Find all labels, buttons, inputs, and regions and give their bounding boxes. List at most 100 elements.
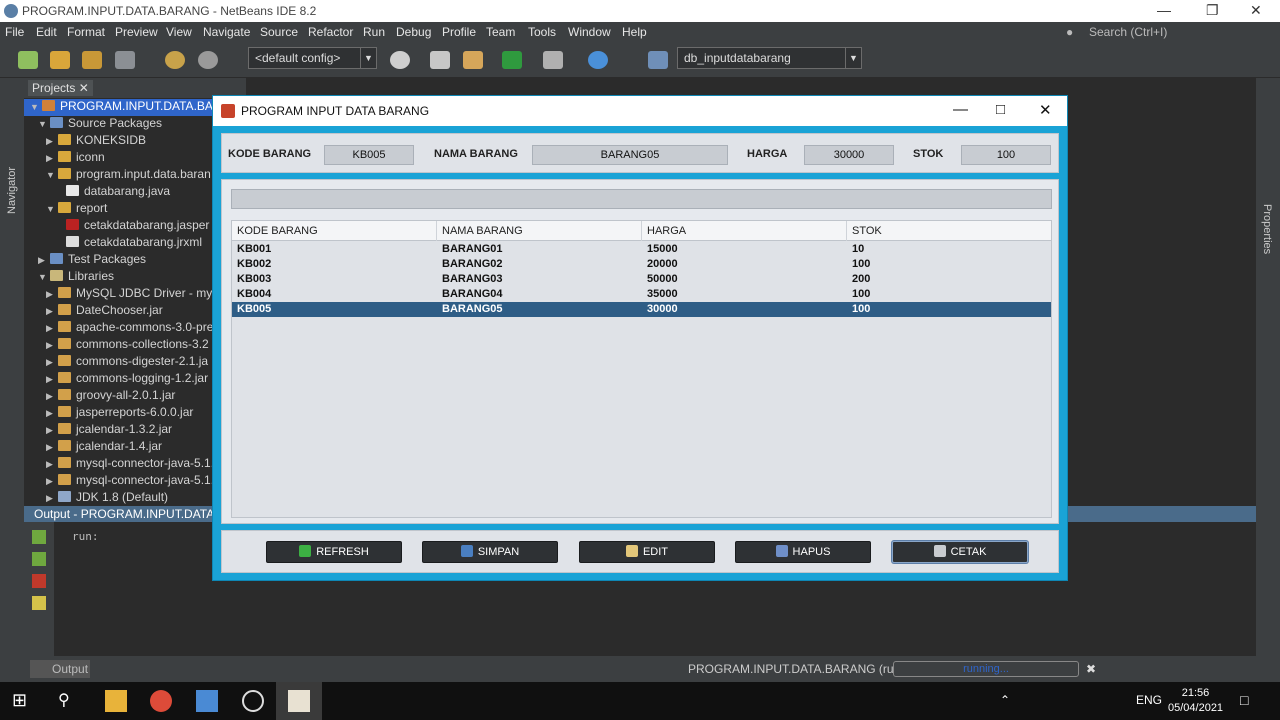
clock[interactable]: 21:56 05/04/2021 xyxy=(1168,686,1223,716)
taskbar: ⊞ ⚲ ⌃ ENG 21:56 05/04/2021 □ xyxy=(0,682,1280,720)
cetak-button[interactable]: CETAK xyxy=(892,541,1028,563)
harga-label: HARGA xyxy=(747,148,788,160)
close-icon[interactable]: ✕ xyxy=(1250,2,1262,19)
maximize-icon[interactable]: □ xyxy=(996,101,1005,118)
new-project-icon[interactable] xyxy=(50,51,70,69)
left-side-strip: Navigator xyxy=(0,78,24,656)
table-row[interactable]: KB001 BARANG01 15000 10 xyxy=(232,242,1051,257)
delete-user-icon xyxy=(775,545,788,557)
menu-view[interactable]: View xyxy=(166,25,192,39)
java-icon xyxy=(288,690,310,712)
save-all-icon[interactable] xyxy=(115,51,135,69)
chrome-icon[interactable] xyxy=(150,690,172,712)
search-input[interactable] xyxy=(231,189,1052,209)
save-icon xyxy=(460,545,473,557)
language-indicator[interactable]: ENG xyxy=(1136,693,1162,707)
nama-barang-label: NAMA BARANG xyxy=(434,148,518,160)
config-select[interactable]: <default config> ▼ xyxy=(248,47,377,69)
database-icon[interactable] xyxy=(648,51,668,69)
run-icon[interactable] xyxy=(502,51,522,69)
windows-start-icon[interactable]: ⊞ xyxy=(12,690,34,712)
form-panel: KODE BARANG KB005 NAMA BARANG BARANG05 H… xyxy=(221,133,1059,173)
refresh-button[interactable]: REFRESH xyxy=(266,541,402,563)
minimize-icon[interactable]: — xyxy=(953,101,968,118)
nama-barang-field[interactable]: BARANG05 xyxy=(532,145,728,165)
debug-icon[interactable] xyxy=(543,51,563,69)
progress-bar: running... xyxy=(893,661,1079,677)
table-row-selected[interactable]: KB005 BARANG05 30000 100 xyxy=(232,302,1051,317)
menu-format[interactable]: Format xyxy=(67,25,105,39)
globe-icon[interactable] xyxy=(390,51,410,69)
ide-search-field[interactable]: Search (Ctrl+I) xyxy=(1089,25,1167,39)
chevron-down-icon: ▼ xyxy=(845,48,861,68)
column-header-harga[interactable]: HARGA xyxy=(642,221,847,241)
rerun-with-args-icon[interactable] xyxy=(32,552,46,566)
undo-icon[interactable] xyxy=(165,51,185,69)
profile-icon[interactable] xyxy=(588,51,608,69)
stok-label: STOK xyxy=(913,148,944,160)
column-header-nama[interactable]: NAMA BARANG xyxy=(437,221,642,241)
restore-icon[interactable]: ❐ xyxy=(1206,2,1219,19)
table-row[interactable]: KB002 BARANG02 20000 100 xyxy=(232,257,1051,272)
kode-barang-field[interactable]: KB005 xyxy=(324,145,414,165)
notification-icon[interactable]: □ xyxy=(1240,692,1248,708)
tab-projects[interactable]: Projects ✕ xyxy=(28,80,93,96)
column-header-kode[interactable]: KODE BARANG xyxy=(232,221,437,241)
table-row[interactable]: KB003 BARANG03 50000 200 xyxy=(232,272,1051,287)
java-icon xyxy=(221,104,235,118)
printer-icon xyxy=(933,545,946,557)
properties-tab[interactable]: Properties xyxy=(1261,204,1273,254)
clean-build-icon[interactable] xyxy=(463,51,483,69)
column-header-stok[interactable]: STOK xyxy=(847,221,1051,241)
obs-icon[interactable] xyxy=(242,690,264,712)
hapus-button[interactable]: HAPUS xyxy=(735,541,871,563)
cancel-process-icon[interactable]: ✖ xyxy=(1086,662,1096,676)
ide-titlebar: PROGRAM.INPUT.DATA.BARANG - NetBeans IDE… xyxy=(0,0,1280,22)
menu-tools[interactable]: Tools xyxy=(528,25,556,39)
kode-barang-label: KODE BARANG xyxy=(228,148,312,160)
netbeans-icon xyxy=(4,4,18,18)
table-panel: KODE BARANG NAMA BARANG HARGA STOK KB001… xyxy=(221,179,1059,524)
menu-preview[interactable]: Preview xyxy=(115,25,158,39)
menu-profile[interactable]: Profile xyxy=(442,25,476,39)
harga-field[interactable]: 30000 xyxy=(804,145,894,165)
stok-field[interactable]: 100 xyxy=(961,145,1051,165)
running-process: PROGRAM.INPUT.DATA.BARANG (run) xyxy=(688,662,905,676)
menu-run[interactable]: Run xyxy=(363,25,385,39)
menu-edit[interactable]: Edit xyxy=(36,25,57,39)
tray-chevron-icon[interactable]: ⌃ xyxy=(1000,693,1010,707)
menu-window[interactable]: Window xyxy=(568,25,611,39)
virtualbox-icon[interactable] xyxy=(196,690,218,712)
redo-icon[interactable] xyxy=(198,51,218,69)
app-title: PROGRAM INPUT DATA BARANG xyxy=(241,104,430,118)
menu-debug[interactable]: Debug xyxy=(396,25,431,39)
menu-help[interactable]: Help xyxy=(622,25,647,39)
search-icon[interactable]: ⚲ xyxy=(58,690,80,712)
app-window: PROGRAM INPUT DATA BARANG — □ ✕ KODE BAR… xyxy=(212,95,1068,581)
simpan-button[interactable]: SIMPAN xyxy=(422,541,558,563)
menu-source[interactable]: Source xyxy=(260,25,298,39)
output-actions xyxy=(24,522,54,656)
statusbar: Output PROGRAM.INPUT.DATA.BARANG (run) r… xyxy=(0,656,1280,682)
menu-team[interactable]: Team xyxy=(486,25,515,39)
open-project-icon[interactable] xyxy=(82,51,102,69)
stop-icon[interactable] xyxy=(32,574,46,588)
java-app-taskbar-button[interactable] xyxy=(276,682,322,720)
button-panel: REFRESH SIMPAN EDIT HAPUS CETAK xyxy=(221,530,1059,573)
settings-icon[interactable] xyxy=(32,596,46,610)
menu-file[interactable]: File xyxy=(5,25,24,39)
close-icon[interactable]: ✕ xyxy=(1039,101,1052,119)
edit-button[interactable]: EDIT xyxy=(579,541,715,563)
menu-refactor[interactable]: Refactor xyxy=(308,25,353,39)
table-row[interactable]: KB004 BARANG04 35000 100 xyxy=(232,287,1051,302)
connection-select[interactable]: db_inputdatabarang ▼ xyxy=(677,47,862,69)
output-tab[interactable]: Output xyxy=(30,660,90,678)
minimize-icon[interactable]: — xyxy=(1157,2,1171,18)
file-explorer-icon[interactable] xyxy=(105,690,127,712)
new-file-icon[interactable] xyxy=(18,51,38,69)
menu-navigate[interactable]: Navigate xyxy=(203,25,250,39)
build-hammer-icon[interactable] xyxy=(430,51,450,69)
rerun-icon[interactable] xyxy=(32,530,46,544)
navigator-tab[interactable]: Navigator xyxy=(6,167,18,214)
app-titlebar: PROGRAM INPUT DATA BARANG — □ ✕ xyxy=(213,96,1067,126)
